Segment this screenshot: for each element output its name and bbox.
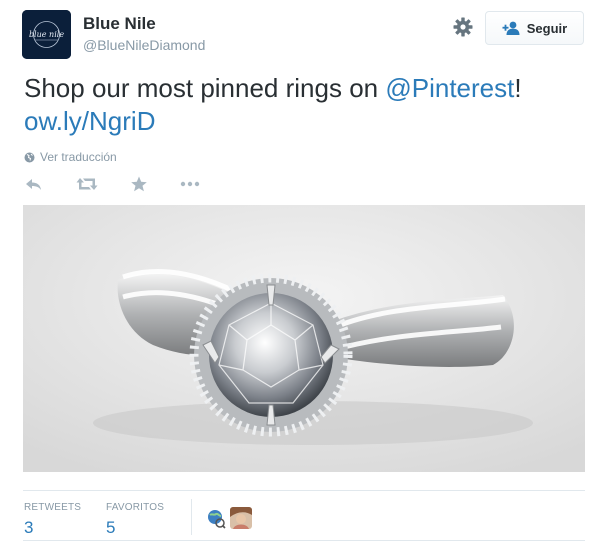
- tweet-photo[interactable]: [23, 205, 585, 472]
- account-name[interactable]: Blue Nile: [83, 14, 156, 34]
- user-avatar-globe[interactable]: [204, 507, 226, 529]
- star-icon[interactable]: [130, 174, 148, 194]
- stats-divider: [23, 490, 585, 491]
- tweet-actions: [24, 174, 224, 194]
- stats-separator: [191, 499, 192, 535]
- svg-text:blue nile: blue nile: [29, 30, 64, 39]
- translate-label: Ver traducción: [40, 150, 117, 164]
- retweets-label: RETWEETS: [24, 502, 82, 513]
- favorites-count: 5: [106, 518, 116, 537]
- account-handle[interactable]: @BlueNileDiamond: [83, 37, 205, 53]
- translate-link[interactable]: Ver traducción: [24, 150, 117, 164]
- pinterest-mention-link[interactable]: @Pinterest: [385, 73, 514, 103]
- gear-icon[interactable]: [452, 16, 474, 38]
- tweet-text-suffix: !: [514, 73, 522, 103]
- ring-image: [23, 205, 585, 472]
- globe-icon: [24, 152, 35, 162]
- more-icon[interactable]: [179, 174, 201, 194]
- bottom-divider: [23, 540, 585, 541]
- follow-button[interactable]: Seguir: [485, 11, 584, 45]
- add-user-icon: [502, 21, 520, 35]
- tweet-header: blue nile Blue Nile @BlueNileDiamond Seg…: [0, 0, 603, 70]
- favorites-label: FAVORITOS: [106, 502, 165, 513]
- tweet-text: Shop our most pinned rings on @Pinterest…: [24, 72, 594, 138]
- tweet-text-prefix: Shop our most pinned rings on: [24, 73, 386, 103]
- user-avatar-photo[interactable]: [230, 507, 252, 529]
- tweet-url-link[interactable]: ow.ly/NgriD: [24, 106, 155, 136]
- blue-nile-avatar[interactable]: blue nile: [22, 10, 71, 59]
- follow-label: Seguir: [526, 20, 568, 36]
- favorites-stat[interactable]: FAVORITOS 5: [106, 502, 164, 538]
- retweets-stat[interactable]: RETWEETS 3: [24, 502, 81, 538]
- retweet-icon[interactable]: [76, 174, 98, 194]
- retweets-count: 3: [24, 518, 34, 537]
- reply-icon[interactable]: [24, 174, 44, 194]
